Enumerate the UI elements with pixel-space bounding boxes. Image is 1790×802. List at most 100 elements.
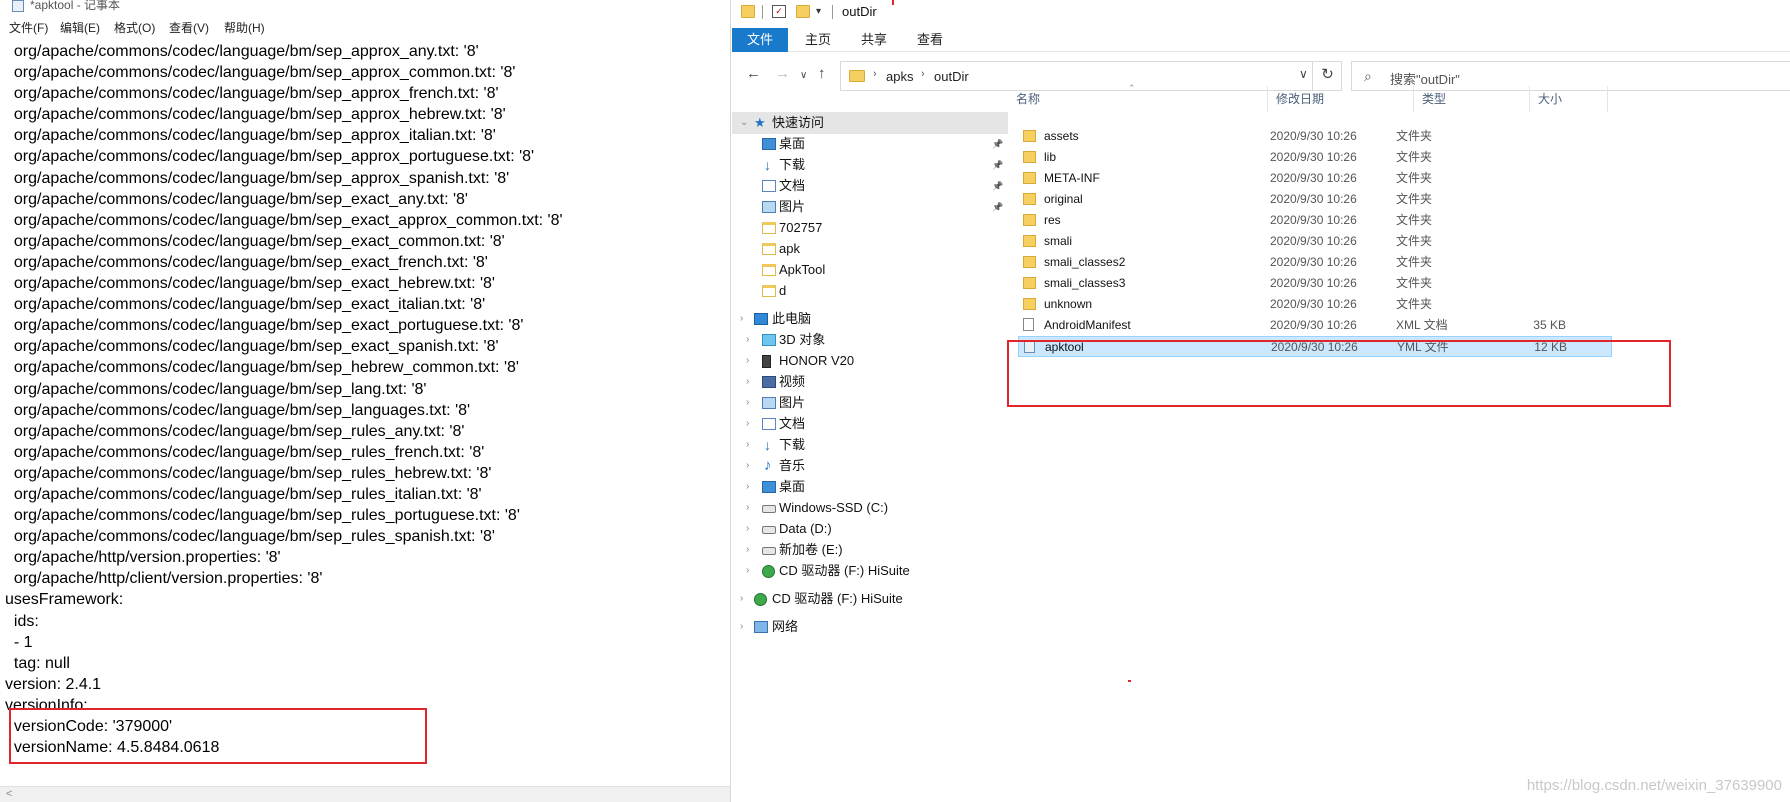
nav-item[interactable]: 文档 📌: [732, 175, 1008, 197]
chevron-right-icon[interactable]: ›: [921, 68, 925, 80]
text-line: org/apache/commons/codec/language/bm/sep…: [5, 64, 516, 82]
nav-item-label: 702757: [779, 220, 823, 235]
expand-chevron-icon[interactable]: ›: [746, 350, 749, 372]
file-row[interactable]: AndroidManifest 2020/9/30 10:26 XML 文档 35 K…: [1018, 315, 1612, 336]
file-row[interactable]: assets 2020/9/30 10:26 文件夹: [1018, 126, 1612, 147]
file-row[interactable]: META-INF 2020/9/30 10:26 文件夹: [1018, 168, 1612, 189]
nav-item[interactable]: d: [732, 280, 1008, 302]
pin-icon[interactable]: 📌: [992, 133, 1003, 155]
nav-item[interactable]: › ♪ 音乐: [732, 455, 1008, 477]
expand-chevron-icon[interactable]: ›: [746, 518, 749, 540]
file-row[interactable]: lib 2020/9/30 10:26 文件夹: [1018, 147, 1612, 168]
expand-chevron-icon[interactable]: ›: [746, 434, 749, 456]
nav-item-label: 桌面: [779, 479, 806, 494]
nav-item[interactable]: › HONOR V20: [732, 350, 1008, 372]
nav-item[interactable]: › 桌面: [732, 476, 1008, 498]
nav-item[interactable]: › 视频: [732, 371, 1008, 393]
chevron-right-icon[interactable]: ›: [873, 68, 877, 80]
file-row[interactable]: smali 2020/9/30 10:26 文件夹: [1018, 231, 1612, 252]
breadcrumb-outdir[interactable]: outDir: [934, 69, 969, 84]
column-header-size[interactable]: 大小: [1530, 86, 1608, 112]
text-line: org/apache/commons/codec/language/bm/sep…: [5, 211, 563, 229]
nav-item[interactable]: › 网络: [732, 616, 1008, 638]
notepad-text-area[interactable]: org/apache/commons/codec/language/bm/sep…: [5, 41, 725, 758]
nav-item[interactable]: 图片 📌: [732, 196, 1008, 218]
menu-help[interactable]: 帮助(H): [224, 20, 265, 36]
menu-edit[interactable]: 编辑(E): [60, 20, 100, 36]
file-row[interactable]: apktool 2020/9/30 10:26 YML 文件 12 KB: [1018, 336, 1612, 357]
text-line: org/apache/commons/codec/language/bm/sep…: [5, 275, 495, 293]
nav-item[interactable]: › 文档: [732, 413, 1008, 435]
horizontal-scrollbar[interactable]: <: [0, 786, 730, 802]
file-list: 名称 ⌃ 修改日期 类型 大小 assets 2020/9/30 10:26 文件夹…: [1008, 83, 1790, 802]
nav-item[interactable]: 702757: [732, 217, 1008, 239]
nav-item[interactable]: › 此电脑: [732, 308, 1008, 330]
tab-share[interactable]: 共享: [846, 28, 902, 52]
expand-chevron-icon[interactable]: ›: [746, 539, 749, 561]
star-icon: ★: [754, 115, 766, 130]
folder-icon: [762, 264, 776, 276]
pin-icon[interactable]: 📌: [992, 154, 1003, 176]
tab-home[interactable]: 主页: [790, 28, 846, 52]
nav-item[interactable]: apk: [732, 238, 1008, 260]
expand-chevron-icon[interactable]: ›: [746, 476, 749, 498]
expand-chevron-icon[interactable]: ›: [746, 392, 749, 414]
nav-item[interactable]: › 3D 对象: [732, 329, 1008, 351]
breadcrumb-apks[interactable]: apks: [886, 69, 913, 84]
forward-arrow-icon[interactable]: →: [775, 65, 790, 83]
drive-icon: [762, 547, 776, 555]
nav-item[interactable]: ⌄ ★ 快速访问: [732, 112, 1008, 134]
nav-item[interactable]: › 图片: [732, 392, 1008, 414]
file-row[interactable]: unknown 2020/9/30 10:26 文件夹: [1018, 294, 1612, 315]
expand-chevron-icon[interactable]: ›: [746, 329, 749, 351]
nav-item[interactable]: › Data (D:): [732, 518, 1008, 540]
menu-view[interactable]: 查看(V): [169, 20, 209, 36]
new-folder-icon[interactable]: [796, 5, 810, 18]
expand-chevron-icon[interactable]: ›: [746, 560, 749, 582]
file-type: 文件夹: [1396, 171, 1433, 185]
pin-icon[interactable]: 📌: [992, 175, 1003, 197]
back-arrow-icon[interactable]: ←: [746, 65, 761, 83]
expand-chevron-icon[interactable]: ›: [746, 413, 749, 435]
text-line: org/apache/commons/codec/language/bm/sep…: [5, 148, 535, 166]
chevron-down-icon[interactable]: ▾: [816, 5, 830, 18]
scroll-left-icon[interactable]: <: [6, 788, 12, 800]
column-header-type[interactable]: 类型: [1414, 86, 1530, 112]
phone-icon: [762, 355, 771, 368]
column-header-date[interactable]: 修改日期: [1268, 86, 1414, 112]
nav-item[interactable]: › CD 驱动器 (F:) HiSuite: [732, 560, 1008, 582]
file-row[interactable]: res 2020/9/30 10:26 文件夹: [1018, 210, 1612, 231]
folder-icon: [762, 285, 776, 297]
expand-chevron-icon[interactable]: ›: [740, 616, 743, 638]
expand-chevron-icon[interactable]: ›: [746, 455, 749, 477]
up-arrow-icon[interactable]: ↑: [818, 65, 826, 83]
file-row[interactable]: smali_classes2 2020/9/30 10:26 文件夹: [1018, 252, 1612, 273]
file-row[interactable]: smali_classes3 2020/9/30 10:26 文件夹: [1018, 273, 1612, 294]
menu-format[interactable]: 格式(O): [114, 20, 155, 36]
nav-item-label: 网络: [772, 619, 799, 634]
properties-icon[interactable]: ✓: [772, 5, 786, 18]
column-header-name[interactable]: 名称: [1008, 86, 1268, 112]
pin-icon[interactable]: 📌: [992, 196, 1003, 218]
text-line: org/apache/http/client/version.propertie…: [5, 570, 323, 588]
tab-file[interactable]: 文件: [732, 28, 788, 52]
nav-item[interactable]: › ↓ 下载: [732, 434, 1008, 456]
recent-locations-icon[interactable]: ∨: [800, 67, 807, 85]
nav-item[interactable]: › Windows-SSD (C:): [732, 497, 1008, 519]
expand-chevron-icon[interactable]: ›: [740, 588, 743, 610]
expand-chevron-icon[interactable]: ›: [740, 308, 743, 330]
expand-chevron-icon[interactable]: ›: [746, 371, 749, 393]
expand-chevron-icon[interactable]: ›: [746, 497, 749, 519]
nav-item[interactable]: ApkTool: [732, 259, 1008, 281]
address-dropdown-icon[interactable]: ∨: [1299, 67, 1308, 81]
file-row[interactable]: original 2020/9/30 10:26 文件夹: [1018, 189, 1612, 210]
expand-chevron-icon[interactable]: ⌄: [740, 112, 748, 134]
search-icon: ⌕: [1364, 68, 1372, 84]
nav-item[interactable]: › CD 驱动器 (F:) HiSuite: [732, 588, 1008, 610]
nav-item[interactable]: 桌面 📌: [732, 133, 1008, 155]
tab-view[interactable]: 查看: [902, 28, 958, 52]
nav-item[interactable]: › 新加卷 (E:): [732, 539, 1008, 561]
nav-item[interactable]: ↓ 下载 📌: [732, 154, 1008, 176]
menu-file[interactable]: 文件(F): [9, 20, 48, 36]
video-icon: [762, 376, 776, 388]
